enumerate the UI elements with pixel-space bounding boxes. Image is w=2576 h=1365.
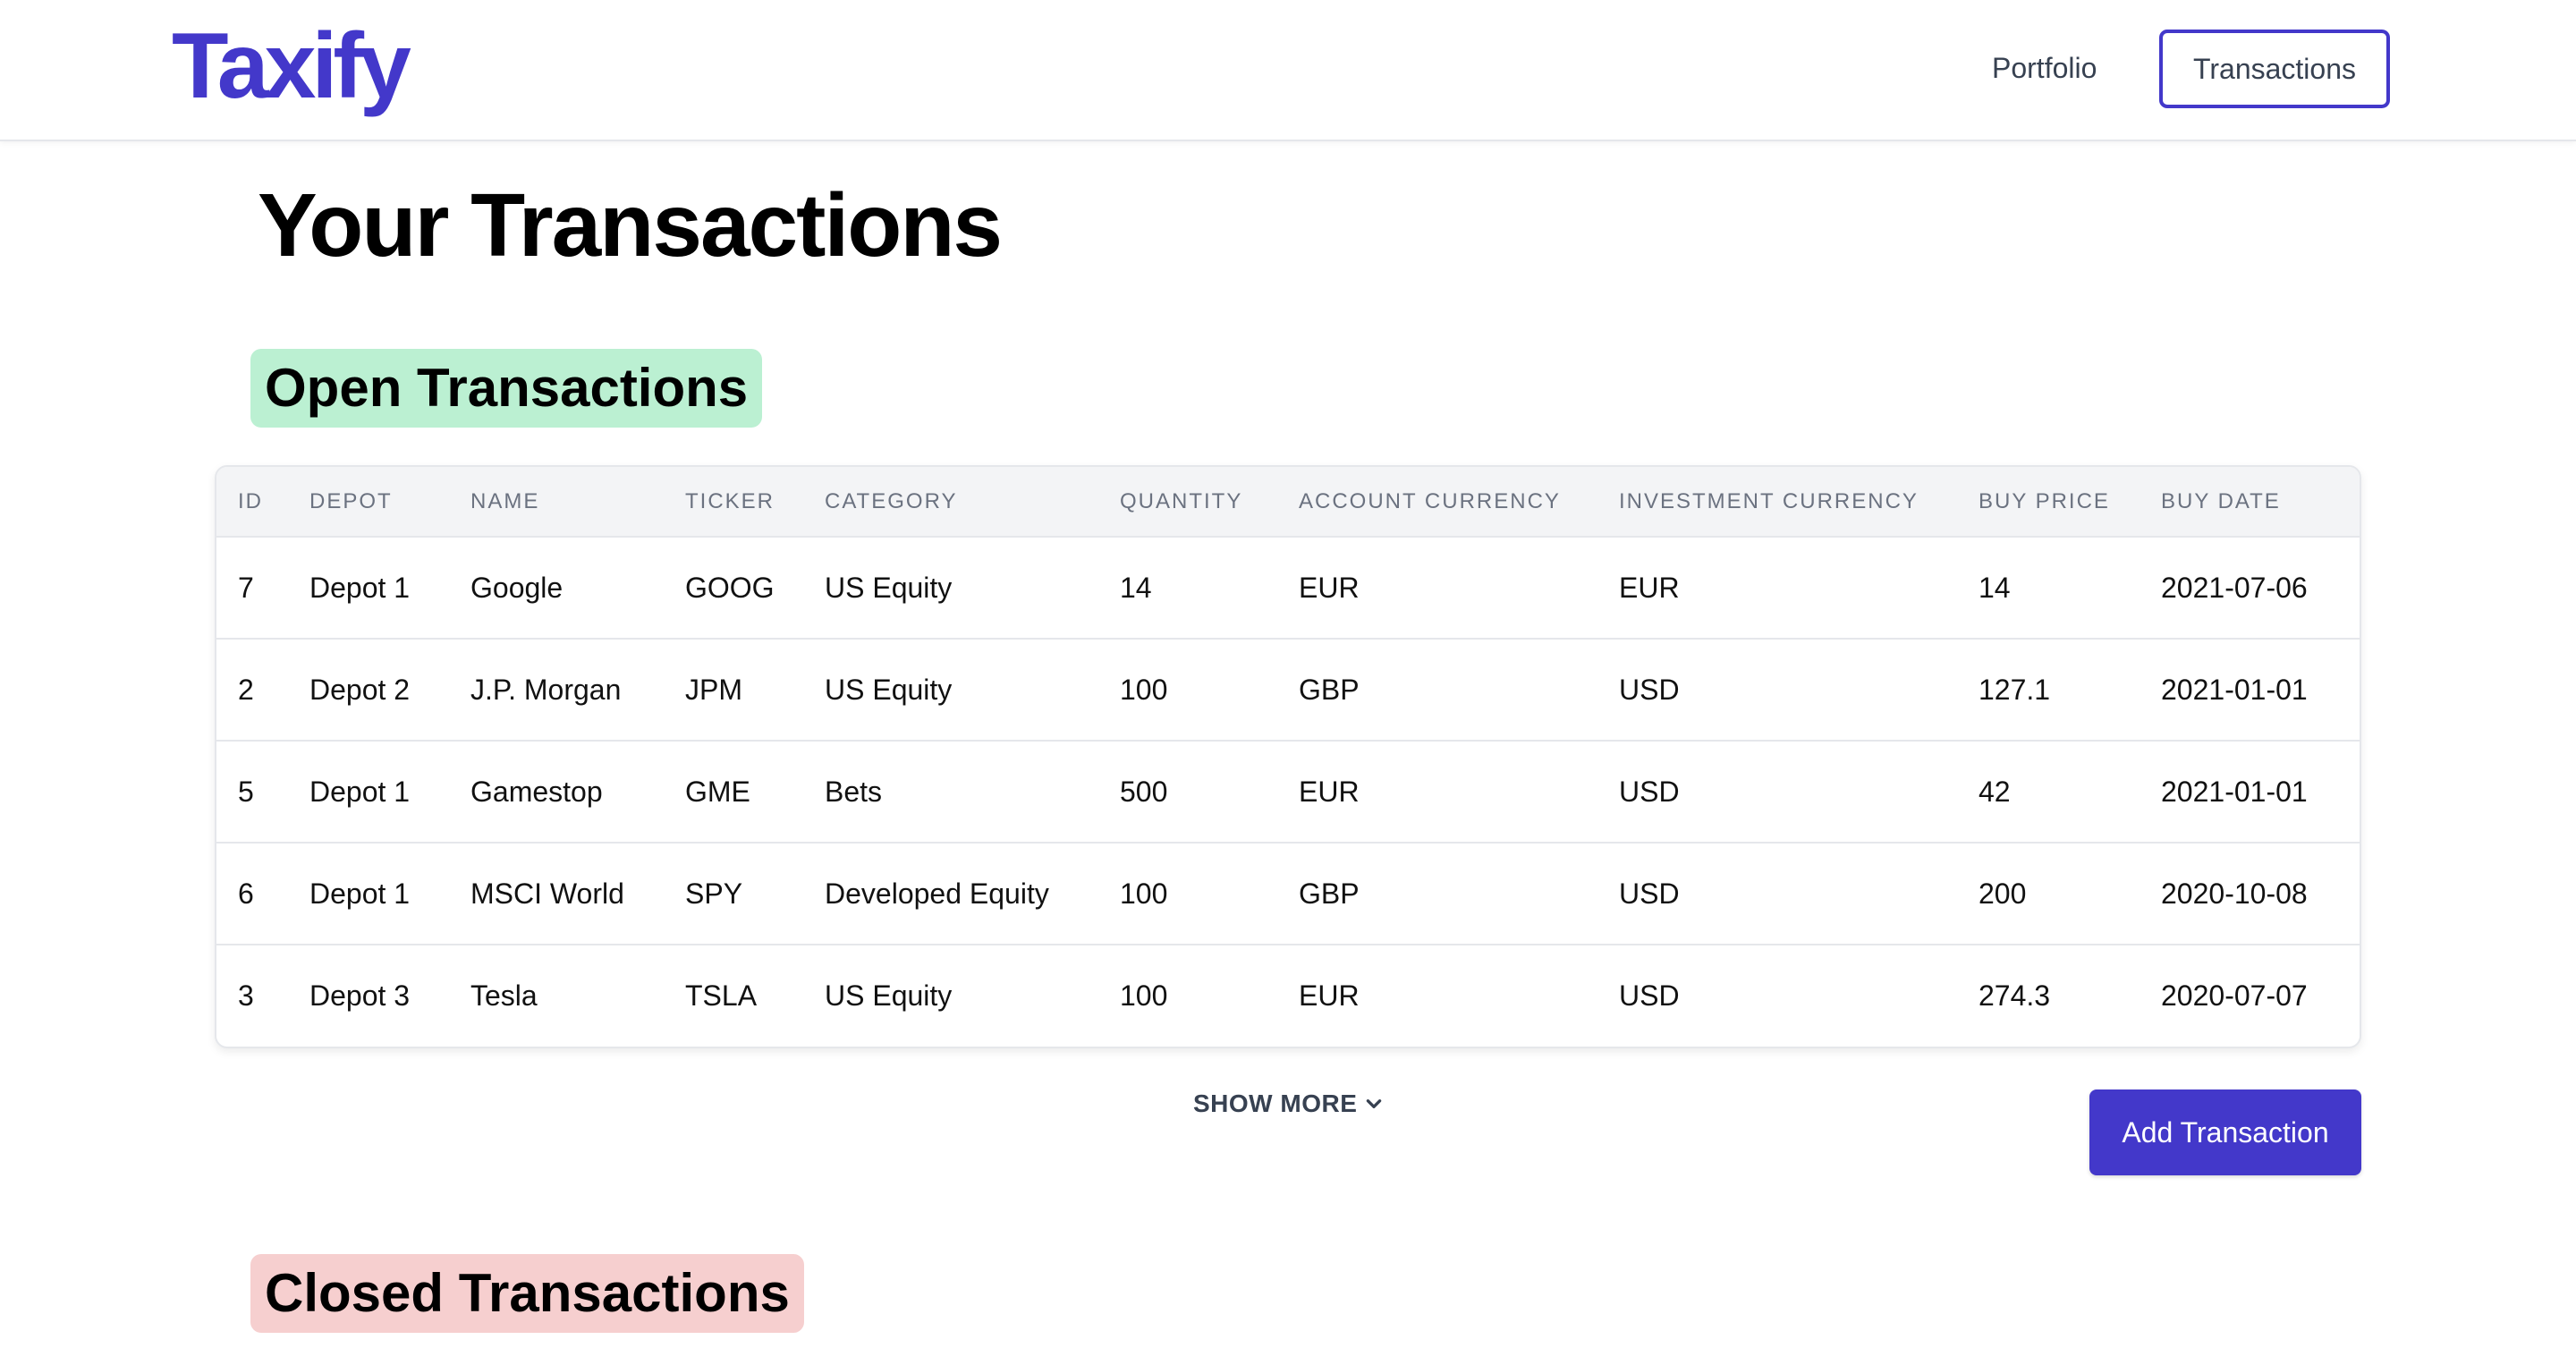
add-transaction-button[interactable]: Add Transaction <box>2089 1089 2361 1175</box>
nav-transactions-button[interactable]: Transactions <box>2159 30 2390 108</box>
cell-ticker: GOOG <box>685 571 775 604</box>
cell-account-currency: GBP <box>1299 877 1360 910</box>
table-header-row: ID DEPOT NAME TICKER CATEGORY QUANTITY A… <box>216 467 2360 537</box>
cell-depot: Depot 3 <box>309 979 411 1012</box>
cell-buy-date: 2020-07-07 <box>2161 979 2308 1012</box>
cell-ticker: TSLA <box>685 979 758 1012</box>
column-header-name: NAME <box>470 488 540 513</box>
open-transactions-table: ID DEPOT NAME TICKER CATEGORY QUANTITY A… <box>215 465 2361 1048</box>
column-header-account-currency: ACCOUNT CURRENCY <box>1299 488 1561 513</box>
cell-account-currency: EUR <box>1299 979 1360 1012</box>
cell-buy-date: 2020-10-08 <box>2161 877 2308 910</box>
cell-buy-price: 127.1 <box>1979 673 2051 706</box>
show-more-label: SHOW MORE <box>1193 1089 1358 1117</box>
navbar: Taxify Portfolio Transactions <box>0 0 2576 141</box>
cell-investment-currency: USD <box>1619 673 1680 706</box>
cell-quantity: 500 <box>1120 775 1168 808</box>
cell-id: 6 <box>238 877 254 910</box>
table-row[interactable]: 6 Depot 1 MSCI World SPY Developed Equit… <box>216 843 2360 945</box>
cell-buy-date: 2021-07-06 <box>2161 571 2308 604</box>
cell-id: 3 <box>238 979 254 1012</box>
cell-buy-price: 42 <box>1979 775 2011 808</box>
cell-investment-currency: USD <box>1619 877 1680 910</box>
table-row[interactable]: 5 Depot 1 Gamestop GME Bets 500 EUR USD … <box>216 741 2360 843</box>
cell-quantity: 14 <box>1120 571 1152 604</box>
column-header-buy-date: BUY DATE <box>2161 488 2281 513</box>
cell-category: US Equity <box>825 673 953 706</box>
cell-depot: Depot 2 <box>309 673 411 706</box>
cell-buy-price: 200 <box>1979 877 2027 910</box>
cell-id: 2 <box>238 673 254 706</box>
cell-buy-date: 2021-01-01 <box>2161 673 2308 706</box>
show-more-button[interactable]: SHOW MORE <box>1193 1089 1384 1118</box>
column-header-depot: DEPOT <box>309 488 393 513</box>
cell-name: J.P. Morgan <box>470 673 622 706</box>
cell-category: US Equity <box>825 979 953 1012</box>
cell-quantity: 100 <box>1120 877 1168 910</box>
column-header-ticker: TICKER <box>685 488 775 513</box>
cell-account-currency: EUR <box>1299 775 1360 808</box>
cell-id: 5 <box>238 775 254 808</box>
cell-name: Tesla <box>470 979 538 1012</box>
cell-account-currency: GBP <box>1299 673 1360 706</box>
column-header-category: CATEGORY <box>825 488 958 513</box>
cell-ticker: GME <box>685 775 750 808</box>
cell-depot: Depot 1 <box>309 571 411 604</box>
cell-depot: Depot 1 <box>309 877 411 910</box>
table-row[interactable]: 7 Depot 1 Google GOOG US Equity 14 EUR E… <box>216 537 2360 639</box>
nav-portfolio-link[interactable]: Portfolio <box>1992 50 2097 86</box>
cell-buy-price: 274.3 <box>1979 979 2051 1012</box>
cell-name: Google <box>470 571 564 604</box>
cell-category: Developed Equity <box>825 877 1049 910</box>
open-transactions-heading: Open Transactions <box>250 349 763 428</box>
cell-quantity: 100 <box>1120 979 1168 1012</box>
cell-investment-currency: EUR <box>1619 571 1680 604</box>
cell-id: 7 <box>238 571 254 604</box>
cell-buy-date: 2021-01-01 <box>2161 775 2308 808</box>
cell-name: MSCI World <box>470 877 624 910</box>
table-row[interactable]: 3 Depot 3 Tesla TSLA US Equity 100 EUR U… <box>216 945 2360 1047</box>
cell-investment-currency: USD <box>1619 775 1680 808</box>
page-title: Your Transactions <box>258 175 1003 276</box>
cell-name: Gamestop <box>470 775 603 808</box>
cell-investment-currency: USD <box>1619 979 1680 1012</box>
cell-category: Bets <box>825 775 883 808</box>
cell-ticker: JPM <box>685 673 742 706</box>
column-header-investment-currency: INVESTMENT CURRENCY <box>1619 488 1919 513</box>
column-header-id: ID <box>238 488 263 513</box>
column-header-quantity: QUANTITY <box>1120 488 1243 513</box>
cell-quantity: 100 <box>1120 673 1168 706</box>
column-header-buy-price: BUY PRICE <box>1979 488 2110 513</box>
app-logo[interactable]: Taxify <box>172 20 411 113</box>
table-row[interactable]: 2 Depot 2 J.P. Morgan JPM US Equity 100 … <box>216 639 2360 741</box>
cell-category: US Equity <box>825 571 953 604</box>
cell-depot: Depot 1 <box>309 775 411 808</box>
cell-buy-price: 14 <box>1979 571 2011 604</box>
chevron-down-icon <box>1367 1099 1382 1108</box>
cell-ticker: SPY <box>685 877 743 910</box>
closed-transactions-heading: Closed Transactions <box>250 1254 804 1333</box>
cell-account-currency: EUR <box>1299 571 1360 604</box>
